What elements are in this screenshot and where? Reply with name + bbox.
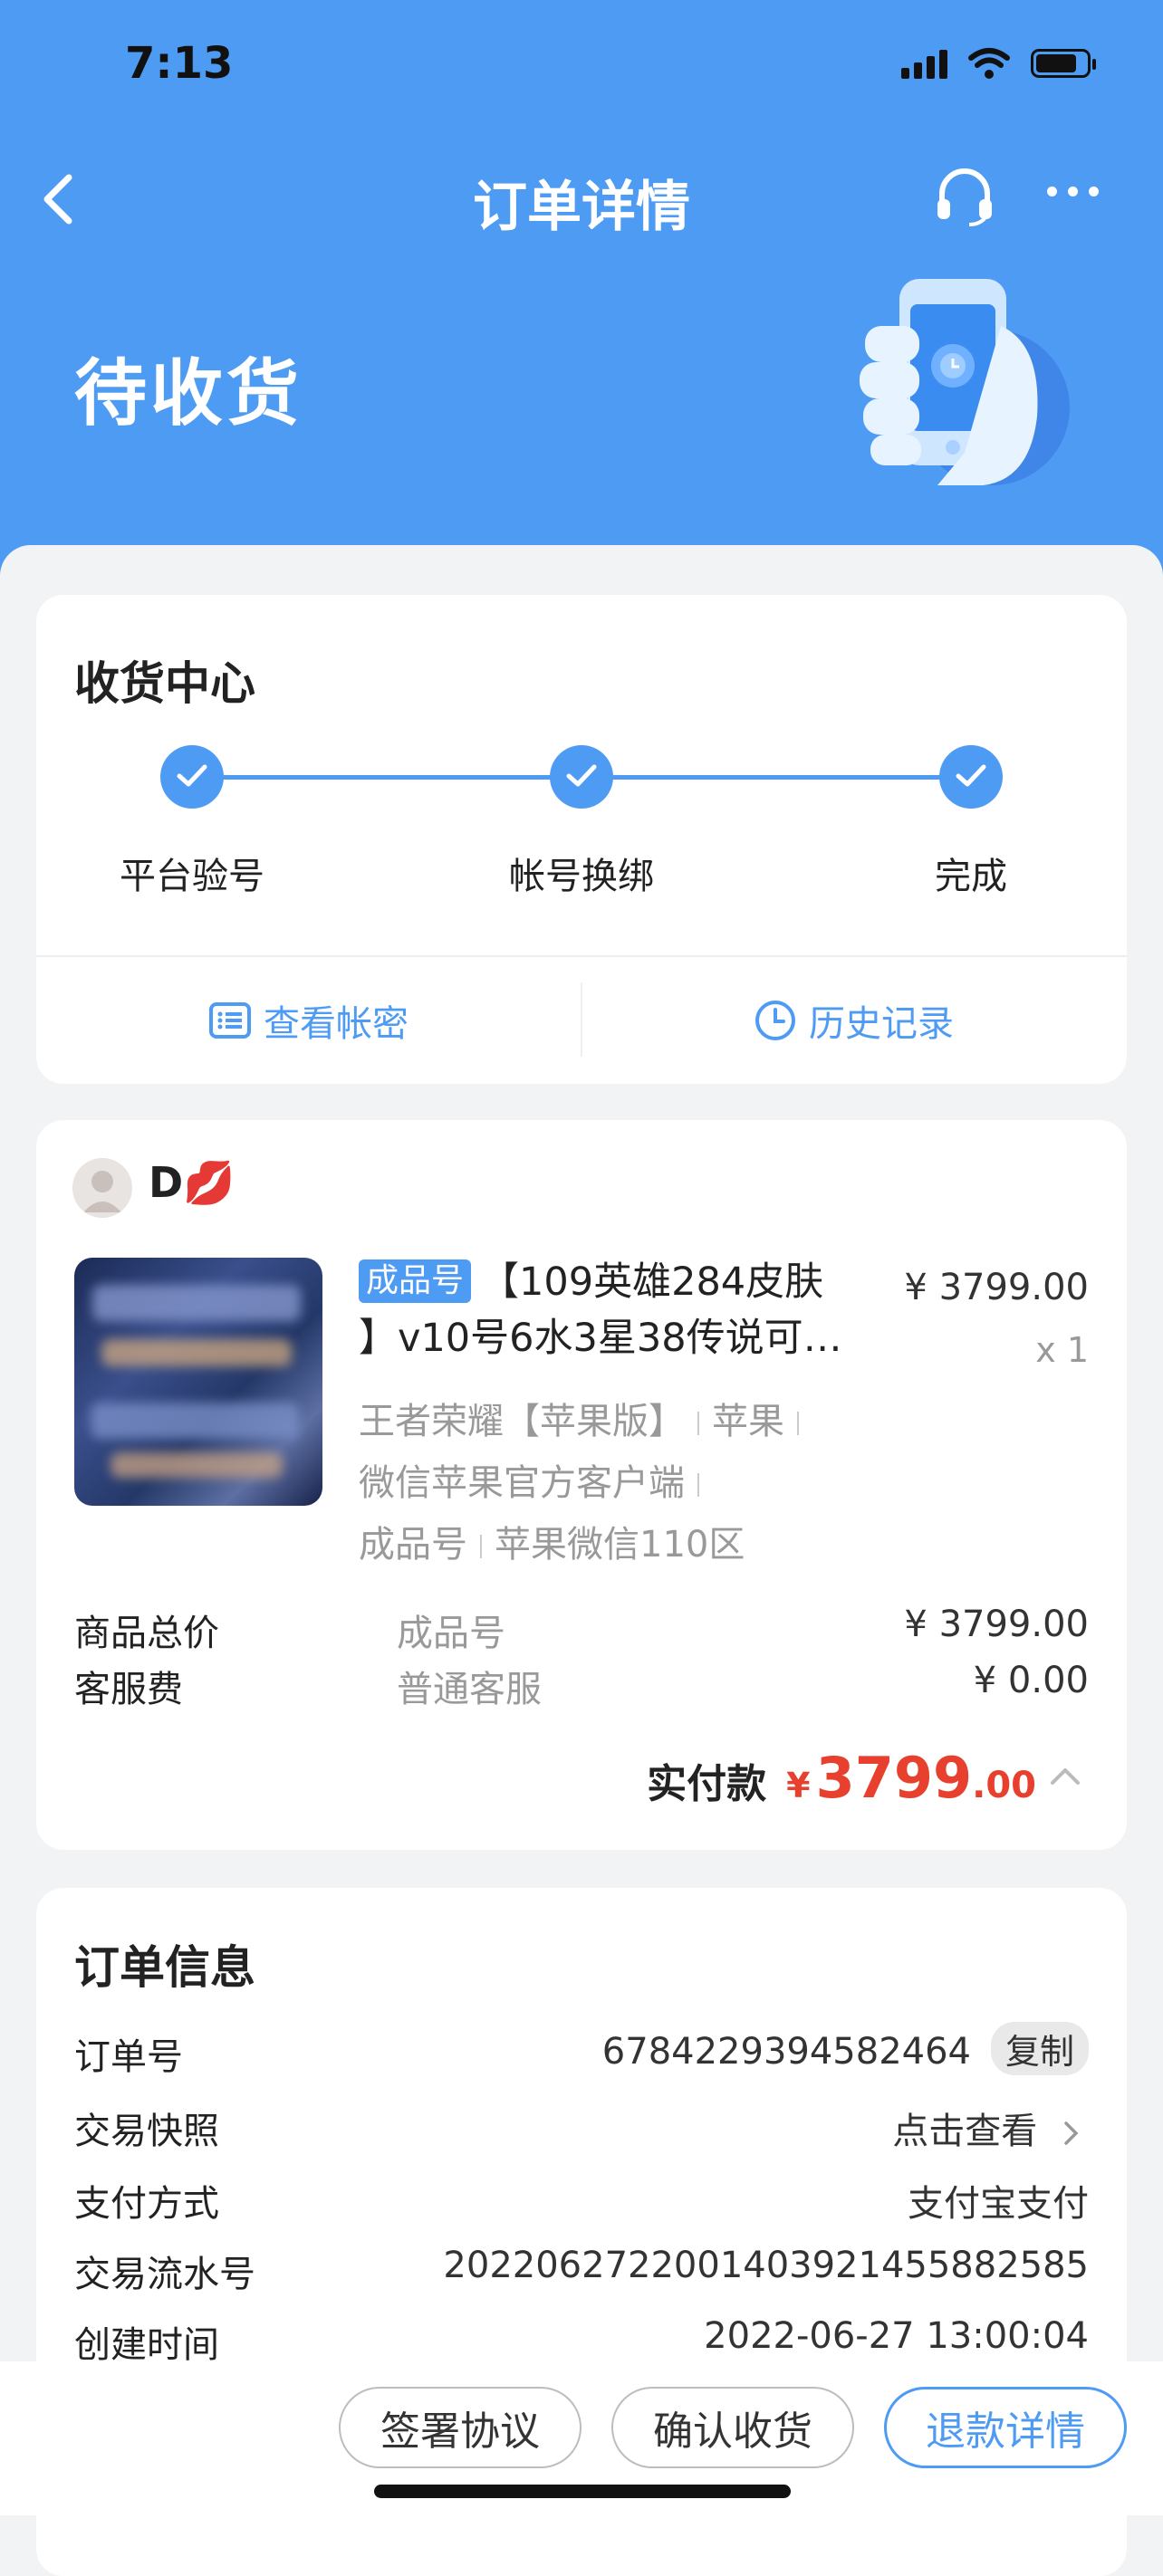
product-type: 成品号 (359, 1524, 467, 1566)
order-header: 7:13 订单详情 待收货 (0, 0, 1163, 579)
order-number-value-wrap: 6784229394582464 复制 (602, 2022, 1089, 2075)
receive-center-card: 收货中心 平台验号 帐号换绑 完成 查看帐密 历史记录 (36, 595, 1127, 1084)
serial-number-label: 交易流水号 (74, 2254, 255, 2295)
product-title-line1: 【109英雄284皮肤 (480, 1259, 824, 1305)
product-server: 苹果微信110区 (495, 1524, 745, 1566)
product-meta-line2: 微信苹果官方客户端 (359, 1453, 712, 1506)
step-1-check-icon (160, 745, 224, 809)
status-bar-time: 7:13 (125, 38, 234, 89)
seller-avatar[interactable] (72, 1158, 132, 1218)
created-time-row: 创建时间 2022-06-27 13:00:04 (74, 2310, 1089, 2366)
view-credentials-label: 查看帐密 (264, 1003, 408, 1045)
phone-in-hand-illustration (860, 279, 1070, 485)
cellular-signal-icon (901, 48, 947, 79)
seller-name[interactable]: D💋 (149, 1158, 235, 1208)
order-info-title: 订单信息 (74, 1941, 255, 1994)
product-title-line2: 】v10号6水3星38传说可… (359, 1316, 842, 1361)
fee-label: 商品总价 (74, 1613, 219, 1654)
history-label: 历史记录 (809, 1003, 954, 1045)
customer-service-icon[interactable] (933, 165, 996, 228)
snapshot-label: 交易快照 (74, 2111, 219, 2152)
paid-amount-integer: 3799 (815, 1745, 973, 1811)
step-3-check-icon (939, 745, 1003, 809)
paid-amount-row: 实付款 ¥ 3799 .00 (647, 1745, 1036, 1811)
snapshot-value-wrap: 点击查看 (892, 2102, 1081, 2154)
created-time-value: 2022-06-27 13:00:04 (704, 2315, 1089, 2357)
order-number-label: 订单号 (74, 2036, 183, 2078)
more-options-icon[interactable] (1047, 187, 1099, 196)
step-1-label: 平台验号 (120, 856, 264, 897)
refund-details-button[interactable]: 退款详情 (884, 2387, 1127, 2468)
step-2-label: 帐号换绑 (509, 856, 654, 897)
view-credentials-button[interactable]: 查看帐密 (36, 957, 582, 1084)
clock-icon (755, 1001, 795, 1040)
product-title[interactable]: 成品号 【109英雄284皮肤 】v10号6水3星38传说可… (359, 1254, 893, 1366)
product-client: 微信苹果官方客户端 (359, 1462, 685, 1504)
serial-number-row: 交易流水号 20220627220014039214558825​85 (74, 2239, 1089, 2295)
wifi-icon (968, 48, 1010, 79)
snapshot-link[interactable]: 点击查看 (892, 2111, 1037, 2152)
paid-currency: ¥ (786, 1766, 811, 1805)
list-icon (209, 1002, 251, 1039)
order-status-title: 待收货 (74, 351, 303, 436)
copy-button[interactable]: 复制 (990, 2022, 1089, 2075)
order-number-value: 6784229394582464 (601, 2031, 971, 2073)
fee-label: 客服费 (74, 1669, 183, 1710)
battery-icon (1031, 49, 1096, 78)
product-meta-line3: 成品号 苹果微信110区 (359, 1515, 745, 1567)
serial-number-value: 20220627220014039214558825​85 (443, 2245, 1089, 2286)
created-time-label: 创建时间 (74, 2324, 219, 2366)
payment-method-row: 支付方式 支付宝支付 (74, 2169, 1089, 2225)
product-tag-badge: 成品号 (359, 1259, 472, 1303)
fee-value: ¥ 0.00 (973, 1660, 1089, 1701)
history-button[interactable]: 历史记录 (582, 957, 1127, 1084)
product-image[interactable] (74, 1258, 322, 1506)
status-bar-icons (901, 47, 1096, 80)
payment-method-label: 支付方式 (74, 2183, 219, 2225)
order-number-row: 订单号 6784229394582464 复制 (74, 2022, 1089, 2078)
fee-value: ¥ 3799.00 (904, 1604, 1089, 1645)
product-card: D💋 成品号 【109英雄284皮肤 】v10号6水3星38传说可… ¥ 3799… (36, 1120, 1127, 1850)
product-price: ¥ 3799.00 (904, 1267, 1089, 1308)
product-quantity: x 1 (1035, 1330, 1089, 1370)
receive-center-title: 收货中心 (74, 657, 255, 710)
product-game: 王者荣耀【苹果版】 (359, 1401, 685, 1442)
step-2-check-icon (550, 745, 613, 809)
step-3-label: 完成 (935, 856, 1007, 897)
fee-type: 普通客服 (397, 1669, 542, 1710)
confirm-receipt-button[interactable]: 确认收货 (611, 2387, 854, 2468)
chevron-right-icon (1064, 2121, 1079, 2145)
chevron-up-icon[interactable] (1049, 1765, 1081, 1786)
snapshot-row[interactable]: 交易快照 点击查看 (74, 2096, 1089, 2152)
fee-type: 成品号 (397, 1613, 505, 1654)
home-indicator (374, 2485, 791, 2498)
payment-method-value: 支付宝支付 (908, 2183, 1089, 2225)
paid-amount-decimal: .00 (972, 1765, 1036, 1806)
product-meta-line1: 王者荣耀【苹果版】 苹果 (359, 1392, 812, 1444)
sign-agreement-button[interactable]: 签署协议 (339, 2387, 582, 2468)
paid-label: 实付款 (647, 1761, 767, 1807)
product-platform: 苹果 (712, 1401, 784, 1442)
